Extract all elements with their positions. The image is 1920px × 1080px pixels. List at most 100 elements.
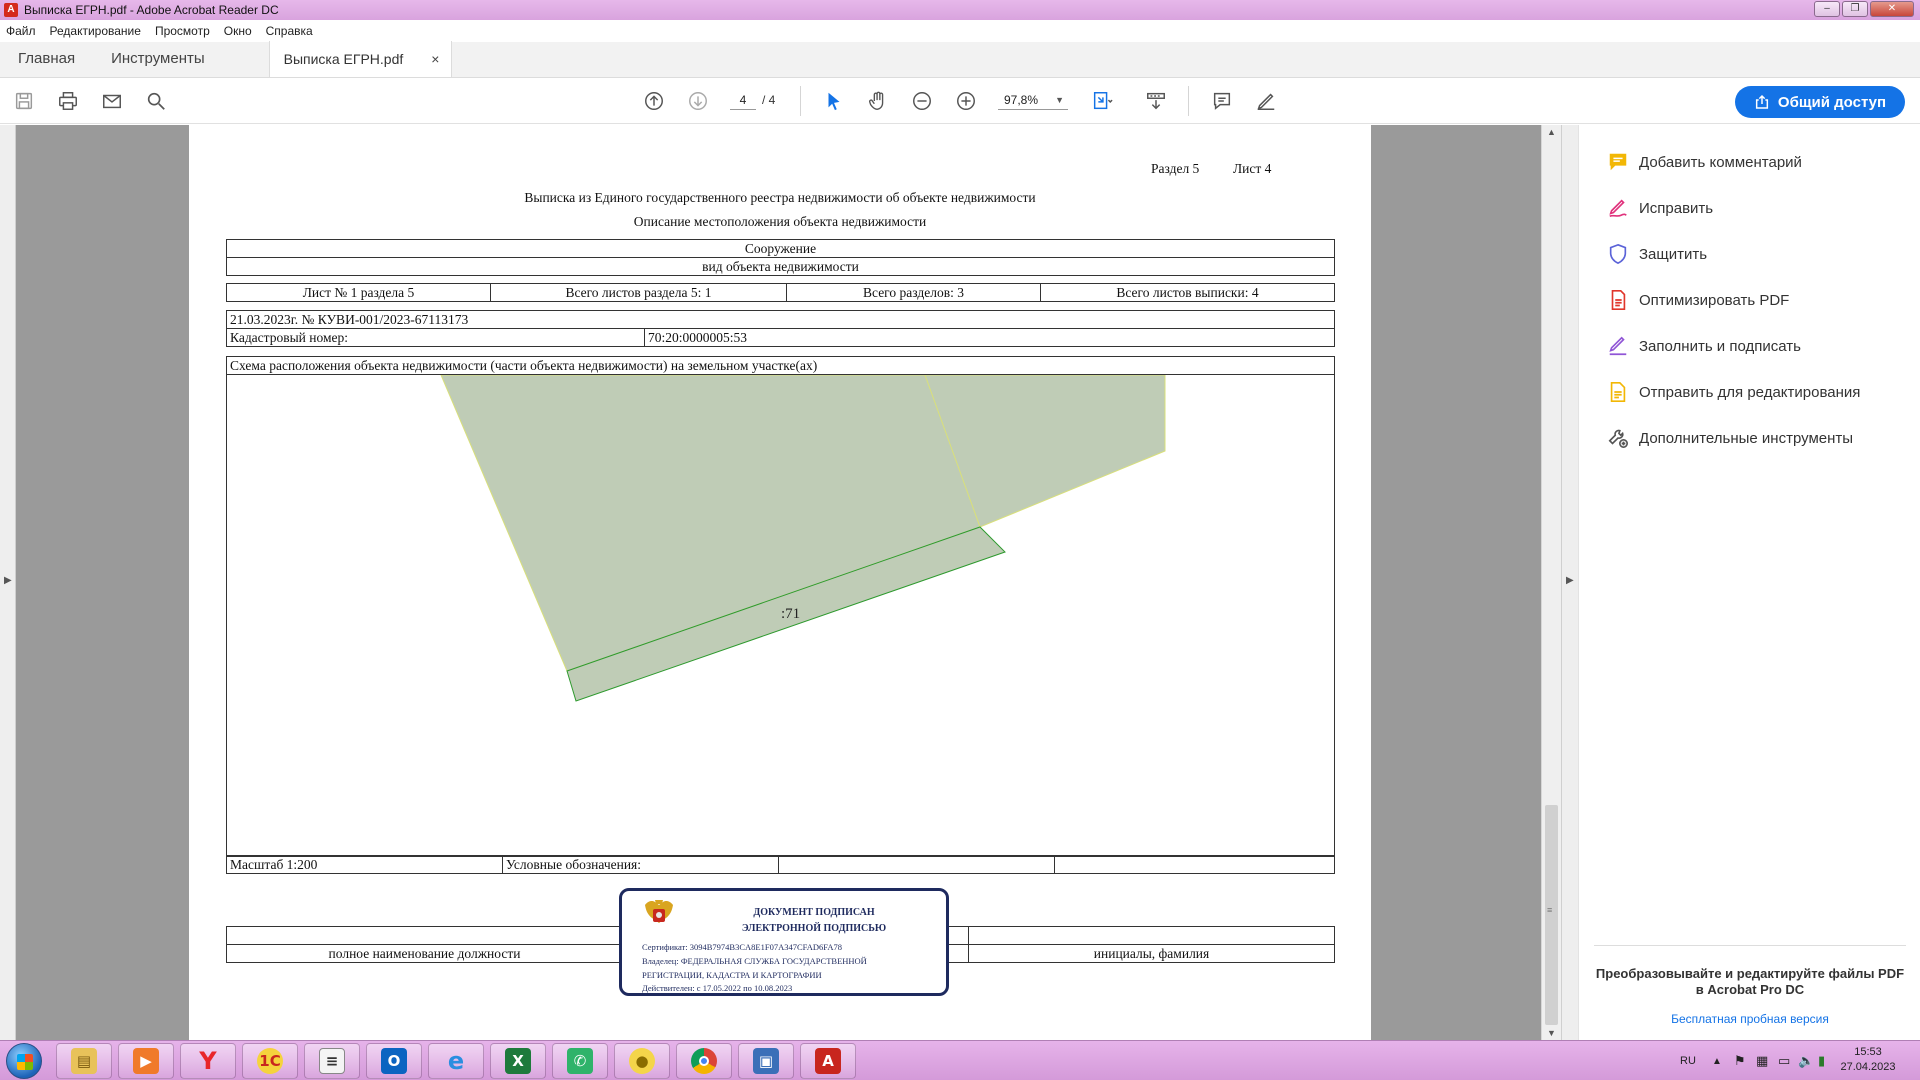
ie-icon[interactable]: e <box>428 1043 484 1079</box>
position-caption: полное наименование должности <box>227 945 623 962</box>
promo-text-line2: в Acrobat Pro DC <box>1695 982 1805 997</box>
mail-icon[interactable] <box>100 89 124 113</box>
notepad-icon[interactable]: ≡ <box>304 1043 360 1079</box>
shield-icon <box>1607 243 1629 265</box>
media-icon[interactable]: ▶ <box>118 1043 174 1079</box>
start-button[interactable] <box>6 1043 42 1079</box>
tab-document[interactable]: Выписка ЕГРН.pdf × <box>268 41 453 77</box>
chevron-down-icon: ▼ <box>1055 95 1064 105</box>
menu-window[interactable]: Окно <box>224 24 252 38</box>
flag-icon[interactable]: ⚑ <box>1734 1041 1746 1080</box>
tool-label: Исправить <box>1639 199 1714 217</box>
volume-icon[interactable]: 🔈 <box>1798 1041 1814 1080</box>
left-panel-toggle[interactable]: ▶ <box>0 125 16 1040</box>
toolbar-divider <box>1188 86 1189 116</box>
scroll-mode-icon[interactable] <box>1144 89 1168 113</box>
cadastral-number: 70:20:0000005:53 <box>648 330 748 345</box>
language-indicator[interactable]: RU <box>1680 1041 1696 1080</box>
maximize-button[interactable]: ❐ <box>1842 1 1868 17</box>
tool-label: Отправить для редактирования <box>1639 383 1861 401</box>
initials-cell <box>969 927 1334 944</box>
tab-tools[interactable]: Инструменты <box>93 41 223 77</box>
menu-view[interactable]: Просмотр <box>155 24 210 38</box>
scale-legend-row: Масштаб 1:200 Условные обозначения: <box>226 855 1335 874</box>
more-tools-icon <box>1607 427 1629 449</box>
stamp-valid: Действителен: с 17.05.2022 по 10.08.2023 <box>642 983 793 993</box>
scroll-down-icon[interactable]: ▼ <box>1547 1028 1556 1038</box>
yandex-icon[interactable]: Y <box>180 1043 236 1079</box>
tool-add-comment[interactable]: Добавить комментарий <box>1607 147 1802 177</box>
menu-file[interactable]: Файл <box>6 24 36 38</box>
tool-label: Дополнительные инструменты <box>1639 429 1854 447</box>
search-icon[interactable] <box>144 89 168 113</box>
outlook-icon[interactable]: O <box>366 1043 422 1079</box>
free-trial-link[interactable]: Бесплатная пробная версия <box>1594 1012 1906 1026</box>
sheet-info-cell: Всего разделов: 3 <box>787 284 1041 301</box>
sticky-icon[interactable]: ● <box>614 1043 670 1079</box>
chrome-icon[interactable] <box>676 1043 732 1079</box>
1c-icon[interactable]: 1С <box>242 1043 298 1079</box>
comment-icon[interactable] <box>1210 89 1234 113</box>
scheme-title-row: Схема расположения объекта недвижимости … <box>226 356 1335 375</box>
fit-page-icon[interactable] <box>1090 89 1114 113</box>
close-button[interactable]: ✕ <box>1870 1 1914 17</box>
tool-edit[interactable]: Исправить <box>1607 193 1713 223</box>
menu-help[interactable]: Справка <box>266 24 313 38</box>
scrollbar-thumb[interactable] <box>1545 805 1558 1025</box>
system-clock[interactable]: 15:53 27.04.2023 <box>1838 1045 1898 1075</box>
vertical-scrollbar[interactable]: ▲ ≡ ▼ <box>1541 125 1561 1040</box>
tab-home[interactable]: Главная <box>0 41 93 77</box>
fill-sign-icon <box>1607 335 1629 357</box>
tool-optimize-pdf[interactable]: Оптимизировать PDF <box>1607 285 1789 315</box>
minimize-button[interactable]: – <box>1814 1 1840 17</box>
signal-icon[interactable]: ▮ <box>1818 1041 1825 1080</box>
pen-icon[interactable] <box>1254 89 1278 113</box>
network-icon[interactable]: ▣ <box>738 1043 794 1079</box>
document-subheading: Описание местоположения объекта недвижим… <box>633 214 927 229</box>
share-label: Общий доступ <box>1777 93 1887 111</box>
window-controls: – ❐ ✕ <box>1814 1 1914 17</box>
page-up-icon[interactable] <box>642 89 666 113</box>
stamp-owner-line1: Владелец: ФЕДЕРАЛЬНАЯ СЛУЖБА ГОСУДАРСТВЕ… <box>642 956 867 966</box>
tool-label: Добавить комментарий <box>1639 153 1802 171</box>
excel-icon[interactable]: X <box>490 1043 546 1079</box>
position-cell <box>227 927 623 944</box>
stamp-owner-line2: РЕГИСТРАЦИИ, КАДАСТРА И КАРТОГРАФИИ <box>642 970 822 980</box>
zoom-value: 97,8% <box>1004 93 1039 107</box>
clock-date: 27.04.2023 <box>1840 1061 1896 1073</box>
scroll-up-icon[interactable]: ▲ <box>1547 127 1556 137</box>
tool-protect[interactable]: Защитить <box>1607 239 1707 269</box>
zoom-in-icon[interactable] <box>954 89 978 113</box>
battery-icon[interactable]: ▭ <box>1778 1041 1790 1080</box>
right-panel-toggle[interactable]: ▶ <box>1561 125 1578 1040</box>
zoom-out-icon[interactable] <box>910 89 934 113</box>
object-type: Сооружение <box>744 241 817 256</box>
tool-fill-sign[interactable]: Заполнить и подписать <box>1607 331 1801 361</box>
sheet-info-cell: Всего листов раздела 5: 1 <box>491 284 787 301</box>
show-hidden-icons-icon[interactable]: ▲ <box>1712 1041 1722 1080</box>
hand-icon[interactable] <box>866 89 890 113</box>
select-arrow-icon[interactable] <box>822 89 846 113</box>
print-icon[interactable] <box>56 89 80 113</box>
menu-bar: Файл Редактирование Просмотр Окно Справк… <box>0 20 1920 42</box>
page-number-input[interactable]: 4 <box>730 90 756 110</box>
stamp-title: ДОКУМЕНТ ПОДПИСАН ЭЛЕКТРОННОЙ ПОДПИСЬЮ <box>622 905 946 937</box>
zoom-select[interactable]: 97,8% ▼ <box>998 90 1068 110</box>
promo-text-line1: Преобразовывайте и редактируйте файлы PD… <box>1595 966 1905 981</box>
acrobat-icon[interactable]: A <box>800 1043 856 1079</box>
pdf-optimize-icon <box>1607 289 1629 311</box>
menu-edit[interactable]: Редактирование <box>50 24 141 38</box>
messenger-icon[interactable]: ✆ <box>552 1043 608 1079</box>
share-icon <box>1755 94 1768 109</box>
network-tray-icon[interactable]: ▦ <box>1756 1041 1768 1080</box>
page-down-icon[interactable] <box>686 89 710 113</box>
tab-close-icon[interactable]: × <box>431 41 439 77</box>
share-button[interactable]: Общий доступ <box>1735 86 1905 118</box>
tool-more-tools[interactable]: Дополнительные инструменты <box>1607 423 1853 453</box>
tool-send-review[interactable]: Отправить для редактирования <box>1607 377 1860 407</box>
explorer-icon[interactable]: ▤ <box>56 1043 112 1079</box>
save-icon[interactable] <box>12 89 36 113</box>
stamp-title-line2: ЭЛЕКТРОННОЙ ПОДПИСЬЮ <box>741 923 887 934</box>
object-type-row: Сооружение <box>226 239 1335 258</box>
cadastral-label: Кадастровый номер: <box>227 329 645 346</box>
